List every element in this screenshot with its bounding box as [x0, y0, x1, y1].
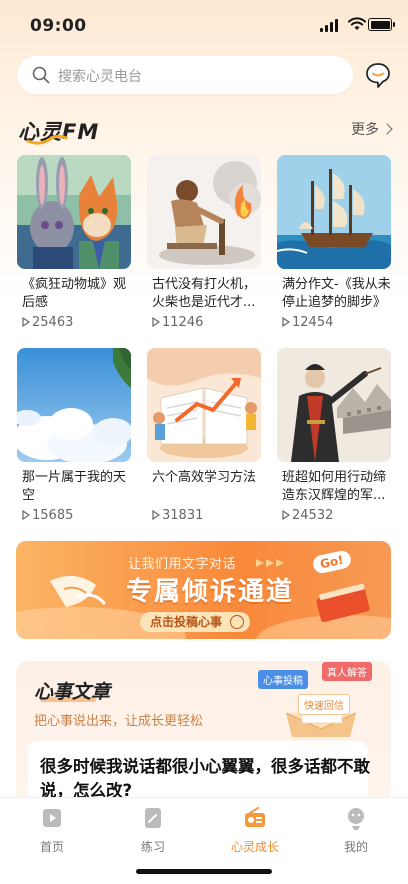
- home-indicator: [136, 869, 272, 874]
- title-swoosh-decoration: [26, 134, 68, 145]
- article-subtitle: 把心事说出来，让成长更轻松: [34, 714, 204, 729]
- fm-card[interactable]: 班超如何用行动缔造东汉辉煌的军... 24532: [277, 348, 393, 523]
- submit-story-button[interactable]: 点击投稿心事: [140, 612, 251, 632]
- fm-card[interactable]: 古代没有打火机，火柴也是近代才... 11246: [147, 155, 263, 330]
- more-link[interactable]: 更多: [351, 119, 393, 139]
- fm-card[interactable]: 六个高效学习方法 31831: [147, 348, 263, 523]
- tab-home[interactable]: 首页: [12, 806, 92, 855]
- fm-thumbnail-sailing-ship: [277, 155, 391, 269]
- play-icon: [22, 317, 30, 327]
- fm-card-title: 满分作文-《我从未停止追梦的脚步》: [282, 277, 391, 310]
- fm-card-title: 那一片属于我的天空: [22, 470, 127, 503]
- fm-card[interactable]: 《疯狂动物城》观后感 25463: [17, 155, 133, 330]
- fm-thumbnail-study: [147, 348, 261, 462]
- tag-submit: 心事投稿: [258, 670, 308, 689]
- fm-card-title: 《疯狂动物城》观后感: [22, 277, 127, 310]
- tag-quick-reply: 快速回信: [298, 694, 350, 715]
- article-question: 很多时候我说话都很小心翼翼，很多话都不敢说，怎么改?: [40, 757, 370, 800]
- tab-growth[interactable]: 心灵成长: [215, 806, 295, 855]
- profile-icon: [348, 808, 364, 830]
- wifi-icon: [348, 17, 366, 30]
- home-icon: [43, 809, 61, 827]
- fm-thumbnail-ban-chao: [277, 348, 391, 462]
- fm-thumbnail-fire-making: [147, 155, 261, 269]
- signal-icon: [320, 19, 340, 32]
- practice-icon: [145, 808, 161, 828]
- fm-card-title: 六个高效学习方法: [152, 470, 257, 485]
- fm-card-plays: 15685: [17, 508, 133, 523]
- play-icon: [22, 510, 30, 520]
- fm-card-plays: 31831: [147, 508, 263, 523]
- arrow-right-circle-icon: [230, 615, 245, 629]
- fm-card[interactable]: 那一片属于我的天空 15685: [17, 348, 133, 523]
- play-icon: [152, 317, 160, 327]
- fm-thumbnail-sky: [17, 348, 131, 462]
- status-bar: 09:00: [0, 0, 408, 50]
- fm-card-plays: 11246: [147, 315, 263, 330]
- section-title-fm: 心灵FM: [18, 120, 100, 145]
- fm-card-plays: 12454: [277, 315, 393, 330]
- battery-icon: [368, 18, 395, 31]
- banner-small-text: 让我们用文字对话: [128, 557, 237, 572]
- chevron-right-icon: [381, 123, 393, 135]
- section-title-articles: 心事文章: [34, 681, 111, 703]
- message-icon[interactable]: [363, 60, 393, 90]
- fm-card-plays: 25463: [17, 315, 133, 330]
- search-placeholder: 搜索心灵电台: [58, 69, 142, 85]
- tag-real-answer: 真人解答: [322, 662, 372, 681]
- status-time: 09:00: [30, 16, 87, 36]
- submit-banner[interactable]: 让我们用文字对话 专属倾诉通道 点击投稿心事 Go!: [16, 541, 391, 639]
- tab-profile[interactable]: 我的: [316, 806, 396, 855]
- search-icon: [32, 66, 50, 84]
- fm-card-title: 古代没有打火机，火柴也是近代才...: [152, 277, 257, 310]
- play-icon: [152, 510, 160, 520]
- search-input[interactable]: 搜索心灵电台: [17, 56, 353, 94]
- fm-card-title: 班超如何用行动缔造东汉辉煌的军...: [282, 470, 387, 503]
- fm-thumbnail-zootopia: [17, 155, 131, 269]
- play-icon: [282, 317, 290, 327]
- banner-headline: 专属倾诉通道: [126, 577, 295, 607]
- play-icon: [282, 510, 290, 520]
- fm-card[interactable]: 满分作文-《我从未停止追梦的脚步》 12454: [277, 155, 393, 330]
- fm-card-plays: 24532: [277, 508, 393, 523]
- tab-practice[interactable]: 练习: [113, 806, 193, 855]
- radio-icon: [245, 807, 265, 827]
